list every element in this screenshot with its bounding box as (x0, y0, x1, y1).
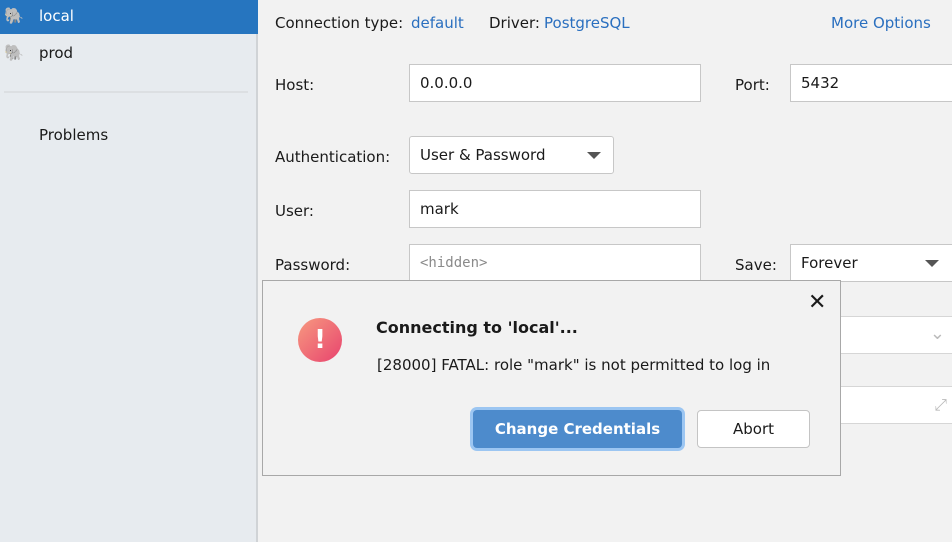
sidebar-divider (4, 91, 248, 93)
dropdown-arrow-icon (587, 152, 601, 159)
authentication-value: User & Password (420, 146, 546, 164)
port-value: 5432 (801, 74, 840, 92)
sidebar-item-label: prod (39, 44, 74, 62)
postgresql-icon: 🐘 (4, 6, 24, 25)
save-select[interactable]: Forever (790, 244, 952, 282)
connection-error-dialog: ! Connecting to 'local'... [28000] FATAL… (262, 280, 841, 476)
password-placeholder: <hidden> (420, 255, 488, 271)
port-label: Port: (735, 76, 770, 94)
sidebar: 🐘 local 🐘 prod Problems (0, 0, 258, 542)
close-icon[interactable]: ✕ (808, 290, 826, 315)
user-label: User: (275, 202, 314, 220)
change-credentials-button[interactable]: Change Credentials (473, 410, 682, 448)
user-value: mark (420, 200, 459, 218)
more-options-link[interactable]: More Options (831, 14, 931, 32)
postgresql-icon: 🐘 (4, 43, 24, 62)
port-input[interactable]: 5432 (790, 64, 952, 102)
authentication-select[interactable]: User & Password (409, 136, 614, 174)
expand-icon[interactable]: ⤢ (934, 395, 947, 415)
connection-type-label: Connection type: (275, 14, 404, 32)
abort-button[interactable]: Abort (697, 410, 810, 448)
save-label: Save: (735, 256, 777, 274)
database-select[interactable]: ⌄ (830, 316, 952, 354)
sidebar-item-problems[interactable]: Problems (0, 117, 258, 153)
driver-label: Driver: (489, 14, 540, 32)
password-label: Password: (275, 256, 351, 274)
connection-type-link[interactable]: default (411, 14, 464, 32)
password-input[interactable]: <hidden> (409, 244, 701, 282)
host-label: Host: (275, 76, 315, 94)
authentication-label: Authentication: (275, 148, 391, 166)
sidebar-item-label: Problems (39, 126, 109, 144)
dialog-message: [28000] FATAL: role "mark" is not permit… (377, 356, 771, 374)
sidebar-item-prod[interactable]: 🐘 prod (0, 35, 258, 71)
sidebar-item-label: local (39, 7, 74, 25)
dialog-title: Connecting to 'local'... (376, 318, 578, 337)
chevron-down-icon: ⌄ (929, 323, 945, 344)
host-input[interactable]: 0.0.0.0 (409, 64, 701, 102)
dropdown-arrow-icon (925, 260, 939, 267)
error-icon: ! (298, 318, 342, 362)
driver-link[interactable]: PostgreSQL (544, 14, 630, 32)
host-value: 0.0.0.0 (420, 74, 473, 92)
save-value: Forever (801, 254, 858, 272)
url-input[interactable]: ⤢ (830, 386, 952, 424)
user-input[interactable]: mark (409, 190, 701, 228)
sidebar-item-local[interactable]: 🐘 local (0, 0, 258, 34)
